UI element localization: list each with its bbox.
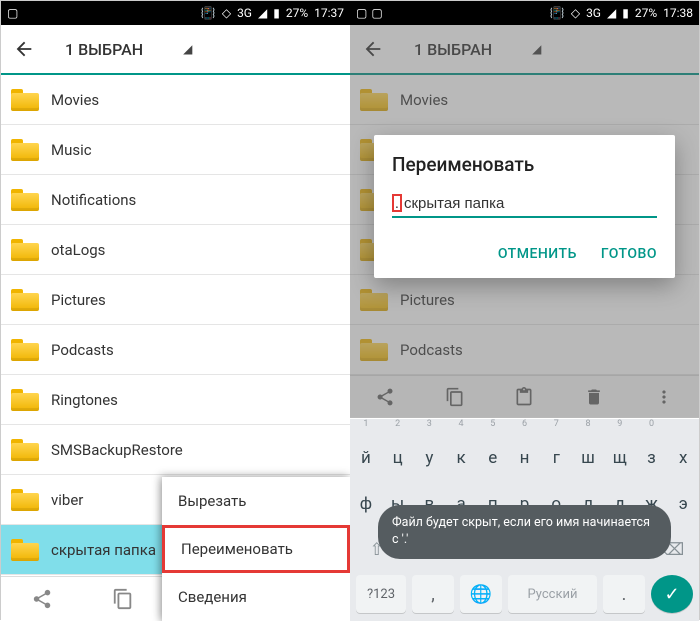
signal-icon: ◢: [607, 6, 616, 20]
battery-percent: 27%: [635, 6, 657, 20]
signal-icon: ◢: [258, 6, 267, 20]
keyboard-row-1: й ц у к е н г ш щ з х: [350, 435, 699, 481]
folder-label: Podcasts: [51, 341, 114, 359]
bottom-toolbar: [1, 576, 163, 621]
key[interactable]: у: [413, 435, 445, 481]
folder-label: Ringtones: [51, 391, 118, 409]
folder-row[interactable]: otaLogs: [1, 225, 350, 275]
key[interactable]: й: [350, 435, 382, 481]
folder-icon: [11, 439, 39, 461]
key[interactable]: е: [477, 435, 509, 481]
toast-message: Файл будет скрыт, если его имя начинаетс…: [378, 505, 671, 559]
menu-item-details[interactable]: Сведения: [162, 573, 350, 621]
dialog-cancel-button[interactable]: ОТМЕНИТЬ: [498, 238, 577, 270]
wifi-icon: ◇: [571, 6, 580, 20]
key[interactable]: к: [445, 435, 477, 481]
folder-icon: [11, 489, 39, 511]
folder-label: SMSBackupRestore: [51, 441, 183, 459]
folder-label: Notifications: [51, 191, 136, 209]
status-bar: ▢ ▢ 📳 ◇ 3G ◢ ▮ 27% 17:38: [350, 1, 699, 25]
header: 1 ВЫБРАН ◢: [1, 25, 350, 75]
folder-label: скрытая папка: [51, 541, 156, 559]
enter-key[interactable]: ✓: [651, 575, 693, 613]
clock: 17:38: [663, 6, 693, 20]
left-pane: ▢ 📳 ◇ 3G ◢ ▮ 27% 17:37 1 ВЫБРАН ◢ Movies…: [1, 1, 350, 621]
key[interactable]: ф: [350, 481, 382, 527]
key[interactable]: ц: [382, 435, 414, 481]
folder-label: viber: [51, 491, 83, 509]
dropdown-icon[interactable]: ◢: [183, 42, 192, 56]
rename-input-wrap[interactable]: .: [392, 194, 657, 218]
rename-dialog: Переименовать . ОТМЕНИТЬ ГОТОВО: [374, 135, 675, 278]
right-pane: ▢ ▢ 📳 ◇ 3G ◢ ▮ 27% 17:38 1 ВЫБРАН ◢ Movi…: [350, 1, 699, 621]
folder-row[interactable]: Movies: [1, 75, 350, 125]
symbols-key[interactable]: ?123: [356, 575, 406, 613]
network-label: 3G: [237, 6, 252, 20]
dialog-title: Переименовать: [392, 153, 657, 176]
dot-prefix-highlight: .: [392, 194, 402, 212]
keyboard-number-hints: 1234567890: [350, 419, 699, 435]
wifi-icon: ◇: [222, 6, 231, 20]
battery-icon: ▮: [273, 6, 280, 20]
battery-percent: 27%: [286, 6, 308, 20]
key[interactable]: з: [636, 435, 668, 481]
language-key[interactable]: 🌐: [460, 575, 502, 613]
vibrate-icon: 📳: [201, 6, 216, 20]
folder-label: Music: [51, 141, 92, 159]
clock: 17:37: [314, 6, 344, 20]
menu-item-rename[interactable]: Переименовать: [162, 525, 350, 573]
key[interactable]: щ: [604, 435, 636, 481]
folder-icon: [11, 239, 39, 261]
key[interactable]: э: [667, 481, 699, 527]
key[interactable]: х: [667, 435, 699, 481]
context-menu: Вырезать Переименовать Сведения: [162, 477, 350, 621]
share-icon[interactable]: [31, 588, 53, 610]
period-key[interactable]: .: [603, 575, 645, 613]
network-label: 3G: [586, 6, 601, 20]
folder-row[interactable]: Pictures: [1, 275, 350, 325]
folder-icon: [11, 189, 39, 211]
selection-count: 1 ВЫБРАН: [65, 40, 143, 59]
copy-icon[interactable]: [112, 588, 134, 610]
folder-label: Pictures: [51, 291, 106, 309]
status-bar: ▢ 📳 ◇ 3G ◢ ▮ 27% 17:37: [1, 1, 350, 25]
folder-label: Movies: [51, 91, 99, 109]
rename-input[interactable]: [404, 195, 657, 212]
key[interactable]: н: [509, 435, 541, 481]
key[interactable]: ш: [572, 435, 604, 481]
gallery-icon: ▢: [356, 6, 367, 20]
folder-icon: [11, 539, 39, 561]
battery-icon: ▮: [622, 6, 629, 20]
spacebar-key[interactable]: Русский: [508, 575, 597, 613]
folder-icon: [11, 389, 39, 411]
folder-icon: [11, 289, 39, 311]
vibrate-icon: 📳: [550, 6, 565, 20]
keyboard-bottom-row: ?123 , 🌐 Русский . ✓: [350, 573, 699, 621]
key[interactable]: г: [540, 435, 572, 481]
folder-row[interactable]: Music: [1, 125, 350, 175]
folder-row[interactable]: Notifications: [1, 175, 350, 225]
folder-row[interactable]: SMSBackupRestore: [1, 425, 350, 475]
folder-icon: [11, 139, 39, 161]
folder-label: otaLogs: [51, 241, 105, 259]
folder-icon: [11, 89, 39, 111]
folder-row[interactable]: Ringtones: [1, 375, 350, 425]
dialog-ok-button[interactable]: ГОТОВО: [601, 238, 657, 270]
gallery-icon: ▢: [371, 6, 382, 20]
folder-row[interactable]: Podcasts: [1, 325, 350, 375]
comma-key[interactable]: ,: [412, 575, 454, 613]
back-button[interactable]: [9, 34, 39, 64]
folder-icon: [11, 339, 39, 361]
menu-item-cut[interactable]: Вырезать: [162, 477, 350, 525]
gallery-icon: ▢: [7, 6, 18, 20]
